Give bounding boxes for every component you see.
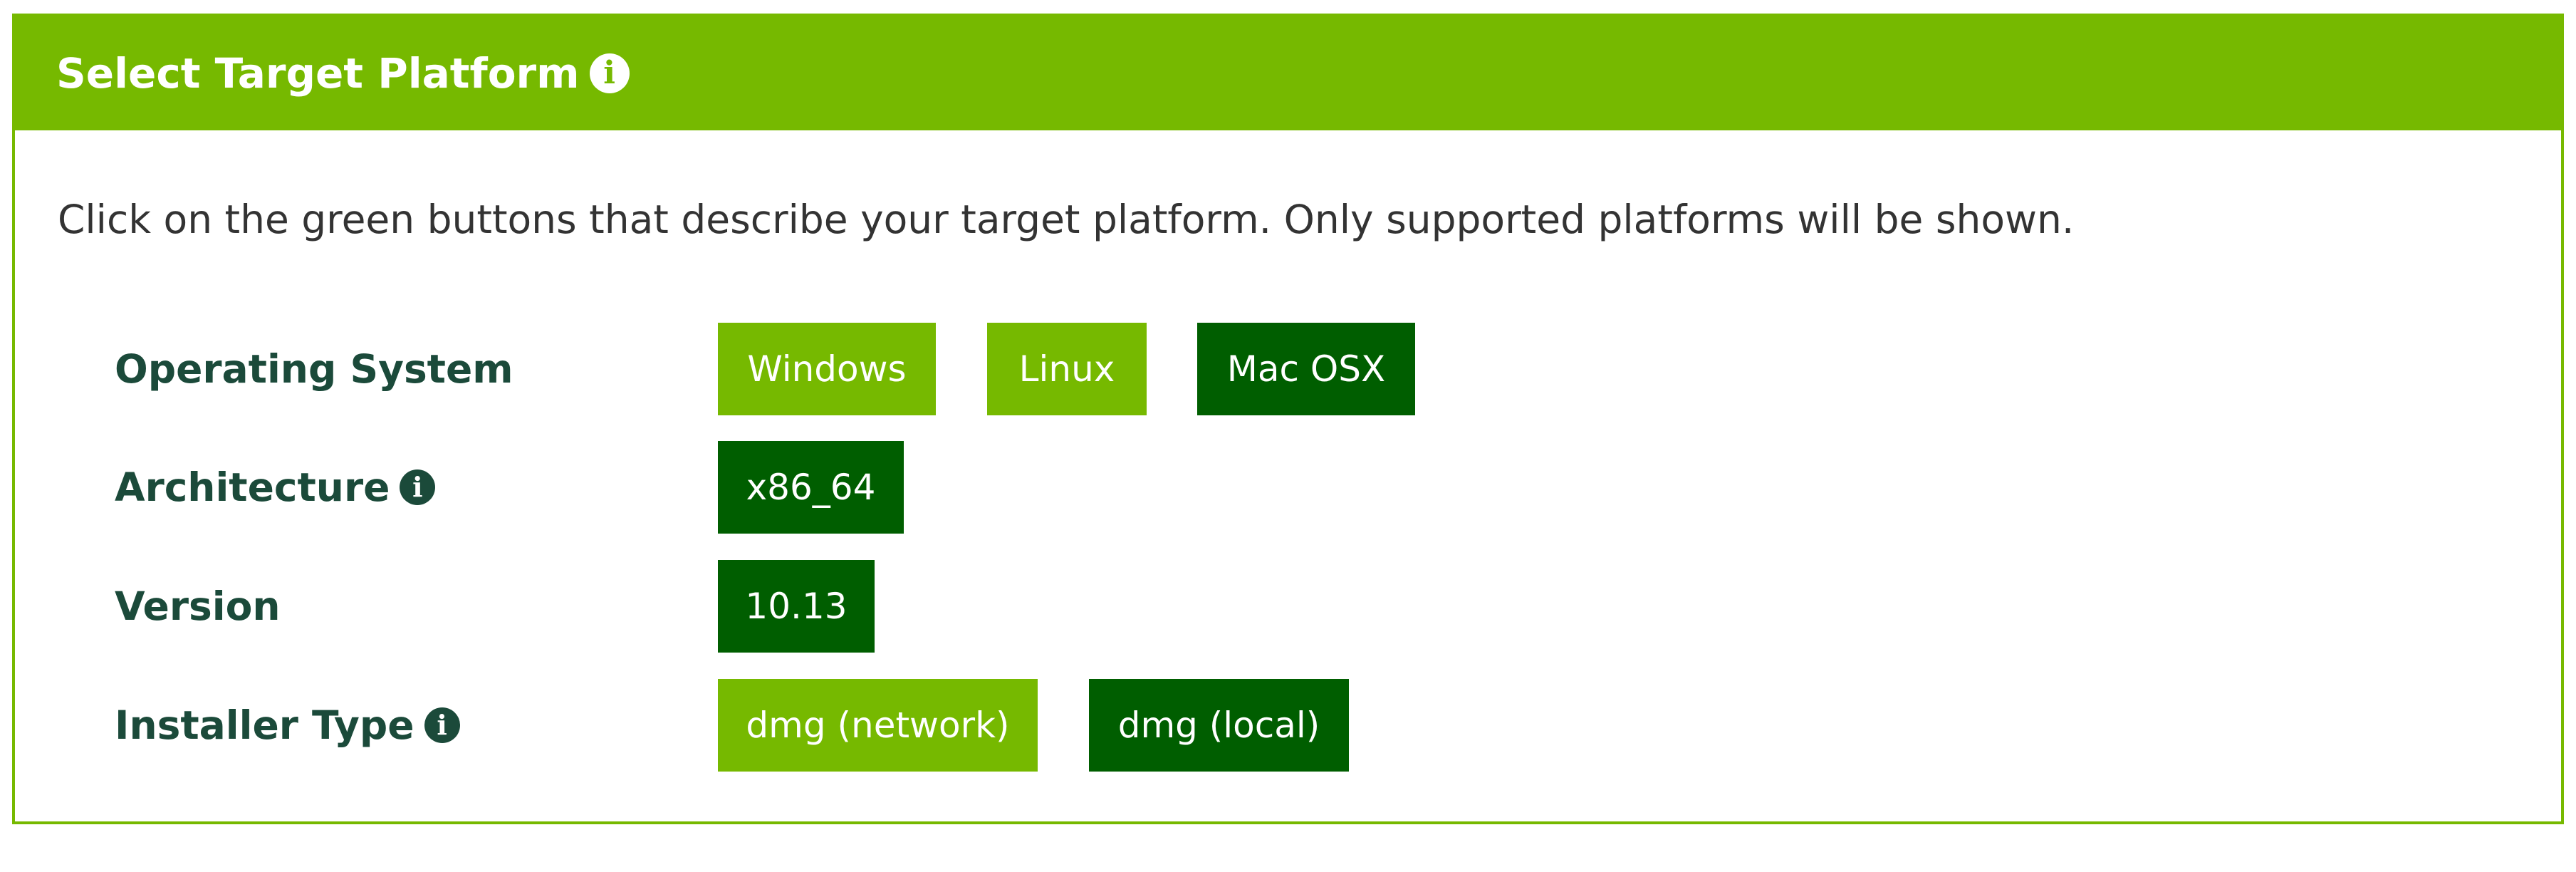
version-row: Version 10.13 <box>15 560 2561 653</box>
arch-row: Architecture i x86_64 <box>15 441 2561 534</box>
os-option-windows[interactable]: Windows <box>718 323 936 415</box>
panel-title: Select Target Platform <box>56 49 580 98</box>
arch-info-icon[interactable]: i <box>400 469 436 505</box>
title-info-icon[interactable]: i <box>589 53 630 93</box>
installer-row: Installer Type i dmg (network) dmg (loca… <box>15 679 2561 772</box>
installer-label-text: Installer Type <box>115 702 414 748</box>
target-platform-panel: Select Target Platform i Click on the gr… <box>12 14 2564 824</box>
arch-option-x86-64[interactable]: x86_64 <box>718 441 904 534</box>
intro-text: Click on the green buttons that describe… <box>58 197 2075 242</box>
version-option-10-13[interactable]: 10.13 <box>718 560 875 653</box>
installer-info-icon[interactable]: i <box>424 707 460 743</box>
arch-label: Architecture i <box>115 441 436 534</box>
os-option-macosx[interactable]: Mac OSX <box>1197 323 1415 415</box>
installer-label: Installer Type i <box>115 679 460 772</box>
installer-option-dmg-local[interactable]: dmg (local) <box>1089 679 1349 772</box>
os-option-linux[interactable]: Linux <box>987 323 1147 415</box>
version-label-text: Version <box>115 583 281 629</box>
panel-header: Select Target Platform i <box>15 16 2561 130</box>
os-label-text: Operating System <box>115 346 513 392</box>
arch-label-text: Architecture <box>115 464 390 510</box>
version-label: Version <box>115 560 281 653</box>
os-row: Operating System Windows Linux Mac OSX <box>15 323 2561 415</box>
installer-option-dmg-network[interactable]: dmg (network) <box>718 679 1038 772</box>
os-label: Operating System <box>115 323 513 415</box>
